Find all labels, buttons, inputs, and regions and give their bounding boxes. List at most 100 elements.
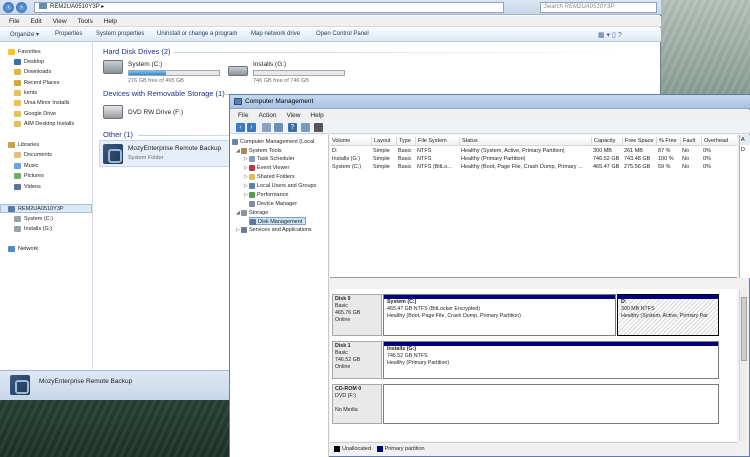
nav-item-network[interactable]: Network xyxy=(8,245,38,254)
menu-file[interactable]: File xyxy=(9,16,19,27)
tree-root[interactable]: Computer Management (Local xyxy=(232,138,314,146)
nav-item-downloads[interactable]: Downloads xyxy=(14,68,51,77)
col-volume[interactable]: Volume xyxy=(330,137,371,146)
tree-disk-management[interactable]: Disk Management xyxy=(249,217,307,225)
nav-item-pictures[interactable]: Pictures xyxy=(14,172,44,181)
tree-storage[interactable]: ◢ Storage xyxy=(236,209,268,217)
group-header-other[interactable]: Other (1) xyxy=(103,130,133,139)
nav-item-desktop[interactable]: Desktop xyxy=(14,58,44,67)
menu-tools[interactable]: Tools xyxy=(78,16,93,27)
favorites-header[interactable]: Favorites xyxy=(8,48,41,57)
organize-button[interactable]: Organize ▾ xyxy=(10,31,39,38)
drive-g-name[interactable]: Installs (G:) xyxy=(253,61,286,68)
console-icon[interactable] xyxy=(314,123,323,132)
table-row[interactable]: D: Simple Basic NTFS Healthy (System, Ac… xyxy=(330,147,737,155)
documents-icon xyxy=(14,151,21,158)
search-input[interactable]: Search REM2UA0510Y3P xyxy=(540,2,657,13)
disk-0-label[interactable]: Disk 0 Basic 465.76 GB Online xyxy=(332,294,382,336)
hard-drive-icon xyxy=(103,60,123,74)
tree-shared-folders[interactable]: ▷ Shared Folders xyxy=(244,173,295,181)
back-icon[interactable]: ‹ xyxy=(236,123,245,132)
nav-item-drive-c[interactable]: System (C:) xyxy=(14,215,53,224)
tree-label: Local Users and Groups xyxy=(257,183,317,189)
actions-header[interactable]: A xyxy=(740,135,750,145)
unallocated-swatch xyxy=(334,445,340,452)
disk-view-scrollbar[interactable] xyxy=(739,289,747,441)
properties-icon[interactable] xyxy=(301,123,310,132)
menu-help[interactable]: Help xyxy=(104,16,117,27)
help-icon[interactable]: ? xyxy=(288,123,297,132)
partition-system-c[interactable]: System (C:) 465.47 GB NTFS (BitLocker En… xyxy=(383,294,616,336)
scrollbar-thumb[interactable] xyxy=(741,297,747,361)
nav-item-recent[interactable]: Recent Places xyxy=(14,79,59,88)
col-free-space[interactable]: Free Space xyxy=(622,137,656,146)
col-capacity[interactable]: Capacity xyxy=(591,137,622,146)
nav-item-videos[interactable]: Videos xyxy=(14,183,41,192)
nav-item-drive-g[interactable]: Installs (G:) xyxy=(14,225,52,234)
tree-local-users[interactable]: ▷ Local Users and Groups xyxy=(244,182,316,190)
col-fault[interactable]: Fault xyxy=(680,137,701,146)
tree-performance[interactable]: ▷ Performance xyxy=(244,191,289,199)
details-item-name: MozyEnterprise Remote Backup xyxy=(39,378,133,385)
nav-item-label: System (C:) xyxy=(24,216,54,222)
dvd-drive-name[interactable]: DVD RW Drive (F:) xyxy=(128,109,183,116)
disk-1-label[interactable]: Disk 1 Basic 746.52 GB Online xyxy=(332,341,382,379)
map-network-drive-button[interactable]: Map network drive xyxy=(251,31,300,37)
nav-item-label: Network xyxy=(18,246,39,252)
drive-c-name[interactable]: System (C:) xyxy=(128,61,162,68)
tree-device-manager[interactable]: Device Manager xyxy=(249,200,297,208)
tree-system-tools[interactable]: ◢ System Tools xyxy=(236,147,282,155)
uninstall-program-button[interactable]: Uninstall or change a program xyxy=(157,31,237,37)
cdrom-empty-area[interactable] xyxy=(383,384,719,424)
partition-d[interactable]: D: 300 MB NTFS Healthy (System, Active, … xyxy=(617,294,719,336)
menu-view[interactable]: View xyxy=(53,16,67,27)
nav-item-aim[interactable]: AIM Desktop Installs xyxy=(14,120,74,129)
up-icon[interactable] xyxy=(262,123,271,132)
tree-task-scheduler[interactable]: ▷ Task Scheduler xyxy=(244,155,295,163)
col-layout[interactable]: Layout xyxy=(371,137,396,146)
libraries-header[interactable]: Libraries xyxy=(8,141,39,150)
nav-item-music[interactable]: Music xyxy=(14,162,38,171)
back-icon[interactable]: ‹ xyxy=(3,2,14,13)
cdrom-0-label[interactable]: CD-ROM 0 DVD (F:) No Media xyxy=(332,384,382,424)
mozy-remote-backup-item[interactable]: MozyEnterprise Remote Backup System Fold… xyxy=(99,140,234,167)
nav-item-ursa[interactable]: Ursa Minor Installs xyxy=(14,99,70,108)
table-row[interactable]: Installs (G:) Simple Basic NTFS Healthy … xyxy=(330,155,737,163)
menu-action[interactable]: Action xyxy=(258,110,276,121)
tree-event-viewer[interactable]: ▷ Event Viewer xyxy=(244,164,289,172)
view-options-icon[interactable]: ▦ ▾ ▯ ? xyxy=(598,31,622,39)
nav-item-label: Pictures xyxy=(24,173,44,179)
nav-item-kents[interactable]: kents xyxy=(14,89,37,98)
nav-item-computer[interactable]: REM2UA0510Y3P xyxy=(0,204,92,213)
nav-item-documents[interactable]: Documents xyxy=(14,151,52,160)
tree-label: Event Viewer xyxy=(257,165,290,171)
group-header-removable[interactable]: Devices with Removable Storage (1) xyxy=(103,89,225,98)
col-percent-free[interactable]: % Free xyxy=(656,137,680,146)
properties-button[interactable]: Properties xyxy=(55,31,82,37)
forward-icon[interactable]: › xyxy=(16,2,27,13)
tree-services-apps[interactable]: ▷ Services and Applications xyxy=(236,226,312,234)
nav-item-label: Documents xyxy=(24,152,52,158)
actions-item[interactable]: D xyxy=(740,145,750,155)
videos-icon xyxy=(14,183,21,190)
menu-help[interactable]: Help xyxy=(310,110,323,121)
system-properties-button[interactable]: System properties xyxy=(96,31,144,37)
col-file-system[interactable]: File System xyxy=(415,137,459,146)
folder-icon xyxy=(14,99,21,106)
table-row[interactable]: System (C:) Simple Basic NTFS (BitLo... … xyxy=(330,163,737,171)
col-status[interactable]: Status xyxy=(459,137,591,146)
breadcrumb[interactable]: REM2UA0510Y3P ▸ xyxy=(34,2,504,13)
open-control-panel-button[interactable]: Open Control Panel xyxy=(316,31,369,37)
partition-installs-g[interactable]: Installs (G:) 746.52 GB NTFS Healthy (Pr… xyxy=(383,341,719,379)
menu-edit[interactable]: Edit xyxy=(30,16,41,27)
title-bar[interactable]: Computer Management xyxy=(230,95,750,109)
forward-icon[interactable]: › xyxy=(247,123,256,132)
group-header-hdd[interactable]: Hard Disk Drives (2) xyxy=(103,47,171,56)
show-hide-tree-icon[interactable] xyxy=(274,123,283,132)
col-type[interactable]: Type xyxy=(396,137,415,146)
menu-file[interactable]: File xyxy=(238,110,248,121)
cd-media-status: No Media xyxy=(335,407,358,413)
nav-item-google-drive[interactable]: Google Drive xyxy=(14,110,56,119)
menu-view[interactable]: View xyxy=(286,110,300,121)
col-overhead[interactable]: Overhead xyxy=(701,137,737,146)
